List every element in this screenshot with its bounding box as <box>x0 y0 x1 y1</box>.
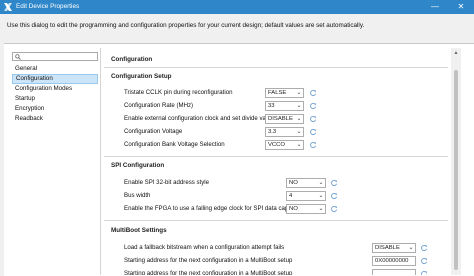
reset-default-icon[interactable] <box>309 89 317 97</box>
property-row: Configuration Bank Voltage Selection VCCO… <box>104 140 448 151</box>
property-text-field[interactable]: 0X00000000 <box>372 256 416 266</box>
page-title: Configuration <box>111 56 153 63</box>
section-divider <box>104 156 448 157</box>
window-title: Edit Device Properties <box>16 3 80 10</box>
property-row: Enable the FPGA to use a falling edge cl… <box>104 204 448 215</box>
search-icon <box>15 54 21 60</box>
reset-default-icon[interactable] <box>420 270 428 275</box>
nav-item-startup[interactable]: Startup <box>12 94 98 104</box>
property-label: Enable SPI 32-bit address style <box>124 179 210 186</box>
property-value: NO <box>289 180 298 186</box>
property-dropdown[interactable]: DISABLE ⌄ <box>372 243 416 253</box>
minimize-button[interactable]: — <box>422 0 448 14</box>
property-dropdown[interactable]: NO ⌄ <box>286 204 326 214</box>
nav-item-general[interactable]: General <box>12 64 98 74</box>
property-value: DISABLE <box>375 245 400 251</box>
property-row: Starting address for the next configurat… <box>104 256 448 267</box>
xilinx-logo-icon <box>4 3 12 11</box>
section-header: Configuration Setup <box>111 73 172 80</box>
property-row: Enable SPI 32-bit address style NO ⌄ <box>104 178 448 189</box>
reset-default-icon[interactable] <box>420 244 428 252</box>
reset-default-icon[interactable] <box>309 128 317 136</box>
property-value: 3.3 <box>268 129 277 135</box>
property-dropdown[interactable]: DISABLE ⌄ <box>265 114 304 124</box>
chevron-down-icon[interactable]: ⌄ <box>296 115 302 123</box>
property-label: Bus width <box>124 192 151 199</box>
minimize-icon: — <box>431 2 439 11</box>
property-value: FALSE <box>268 90 287 96</box>
property-label: Load a fallback bitstream when a configu… <box>124 244 285 251</box>
property-label: Enable the FPGA to use a falling edge cl… <box>124 205 299 212</box>
property-row: Configuration Rate (MHz) 33 ⌄ <box>104 101 448 112</box>
property-dropdown[interactable]: 33 ⌄ <box>265 101 304 111</box>
property-row: Configuration Voltage 3.3 ⌄ <box>104 127 448 138</box>
property-label: Tristate CCLK pin during reconfiguration <box>124 89 233 96</box>
property-row: Tristate CCLK pin during reconfiguration… <box>104 88 448 99</box>
section-header: SPI Configuration <box>111 162 165 169</box>
property-label: Configuration Bank Voltage Selection <box>124 141 225 148</box>
reset-default-icon[interactable] <box>309 141 317 149</box>
search-input[interactable] <box>23 53 95 60</box>
nav-item-configuration-modes[interactable]: Configuration Modes <box>12 84 98 94</box>
property-row: Enable external configuration clock and … <box>104 114 448 125</box>
nav-item-encryption[interactable]: Encryption <box>12 104 98 114</box>
search-field[interactable] <box>12 52 98 61</box>
chevron-down-icon[interactable]: ⌄ <box>296 128 302 136</box>
property-value: DISABLE <box>268 116 293 122</box>
intro-text: Use this dialog to edit the programming … <box>7 22 365 29</box>
property-dropdown[interactable]: 3.3 ⌄ <box>265 127 304 137</box>
page-title-divider <box>104 67 448 68</box>
properties-pane: Configuration Configuration Setup Tristat… <box>104 48 448 275</box>
nav-item-readback[interactable]: Readback <box>12 114 98 124</box>
property-dropdown[interactable]: 4 ⌄ <box>286 191 326 201</box>
property-row: Bus width 4 ⌄ <box>104 191 448 202</box>
property-value: NO <box>289 206 298 212</box>
chevron-down-icon[interactable]: ⌄ <box>318 205 324 213</box>
chevron-down-icon[interactable]: ⌄ <box>318 192 324 200</box>
nav-list: General Configuration Configuration Modes S… <box>12 64 98 124</box>
reset-default-icon[interactable] <box>309 115 317 123</box>
property-label: Starting address for the next configurat… <box>124 270 293 275</box>
property-value: 0X00000000 <box>375 258 409 264</box>
scroll-up-icon[interactable]: ▲ <box>452 49 460 57</box>
section-header: MultiBoot Settings <box>111 227 167 234</box>
property-value: VCCO <box>268 142 286 148</box>
section-divider <box>104 220 448 221</box>
property-label: Enable external configuration clock and … <box>124 115 275 122</box>
property-label: Configuration Voltage <box>124 128 183 135</box>
nav-item-configuration[interactable]: Configuration <box>12 74 98 84</box>
property-dropdown[interactable]: VCCO ⌄ <box>265 140 304 150</box>
property-text-field[interactable] <box>372 269 416 275</box>
reset-default-icon[interactable] <box>330 192 338 200</box>
property-value: 33 <box>268 103 275 109</box>
close-icon: ✕ <box>457 2 465 11</box>
property-label: Configuration Rate (MHz) <box>124 102 194 109</box>
chevron-down-icon[interactable]: ⌄ <box>296 141 302 149</box>
property-dropdown[interactable]: FALSE ⌄ <box>265 88 304 98</box>
scroll-thumb[interactable] <box>454 70 458 270</box>
chevron-down-icon[interactable]: ⌄ <box>296 102 302 110</box>
properties-scrollbar[interactable]: ▲ <box>451 48 461 275</box>
chevron-down-icon[interactable]: ⌄ <box>408 244 414 252</box>
reset-default-icon[interactable] <box>330 205 338 213</box>
property-value: 4 <box>289 193 293 199</box>
chevron-down-icon[interactable]: ⌄ <box>318 179 324 187</box>
reset-default-icon[interactable] <box>330 179 338 187</box>
property-row: Load a fallback bitstream when a configu… <box>104 243 448 254</box>
chevron-down-icon[interactable]: ⌄ <box>296 89 302 97</box>
title-bar: Edit Device Properties — ✕ <box>0 0 474 14</box>
property-dropdown[interactable]: NO ⌄ <box>286 178 326 188</box>
reset-default-icon[interactable] <box>309 102 317 110</box>
reset-default-icon[interactable] <box>420 257 428 265</box>
property-row: Starting address for the next configurat… <box>104 269 448 275</box>
close-button[interactable]: ✕ <box>448 0 474 14</box>
property-label: Starting address for the next configurat… <box>124 257 293 264</box>
